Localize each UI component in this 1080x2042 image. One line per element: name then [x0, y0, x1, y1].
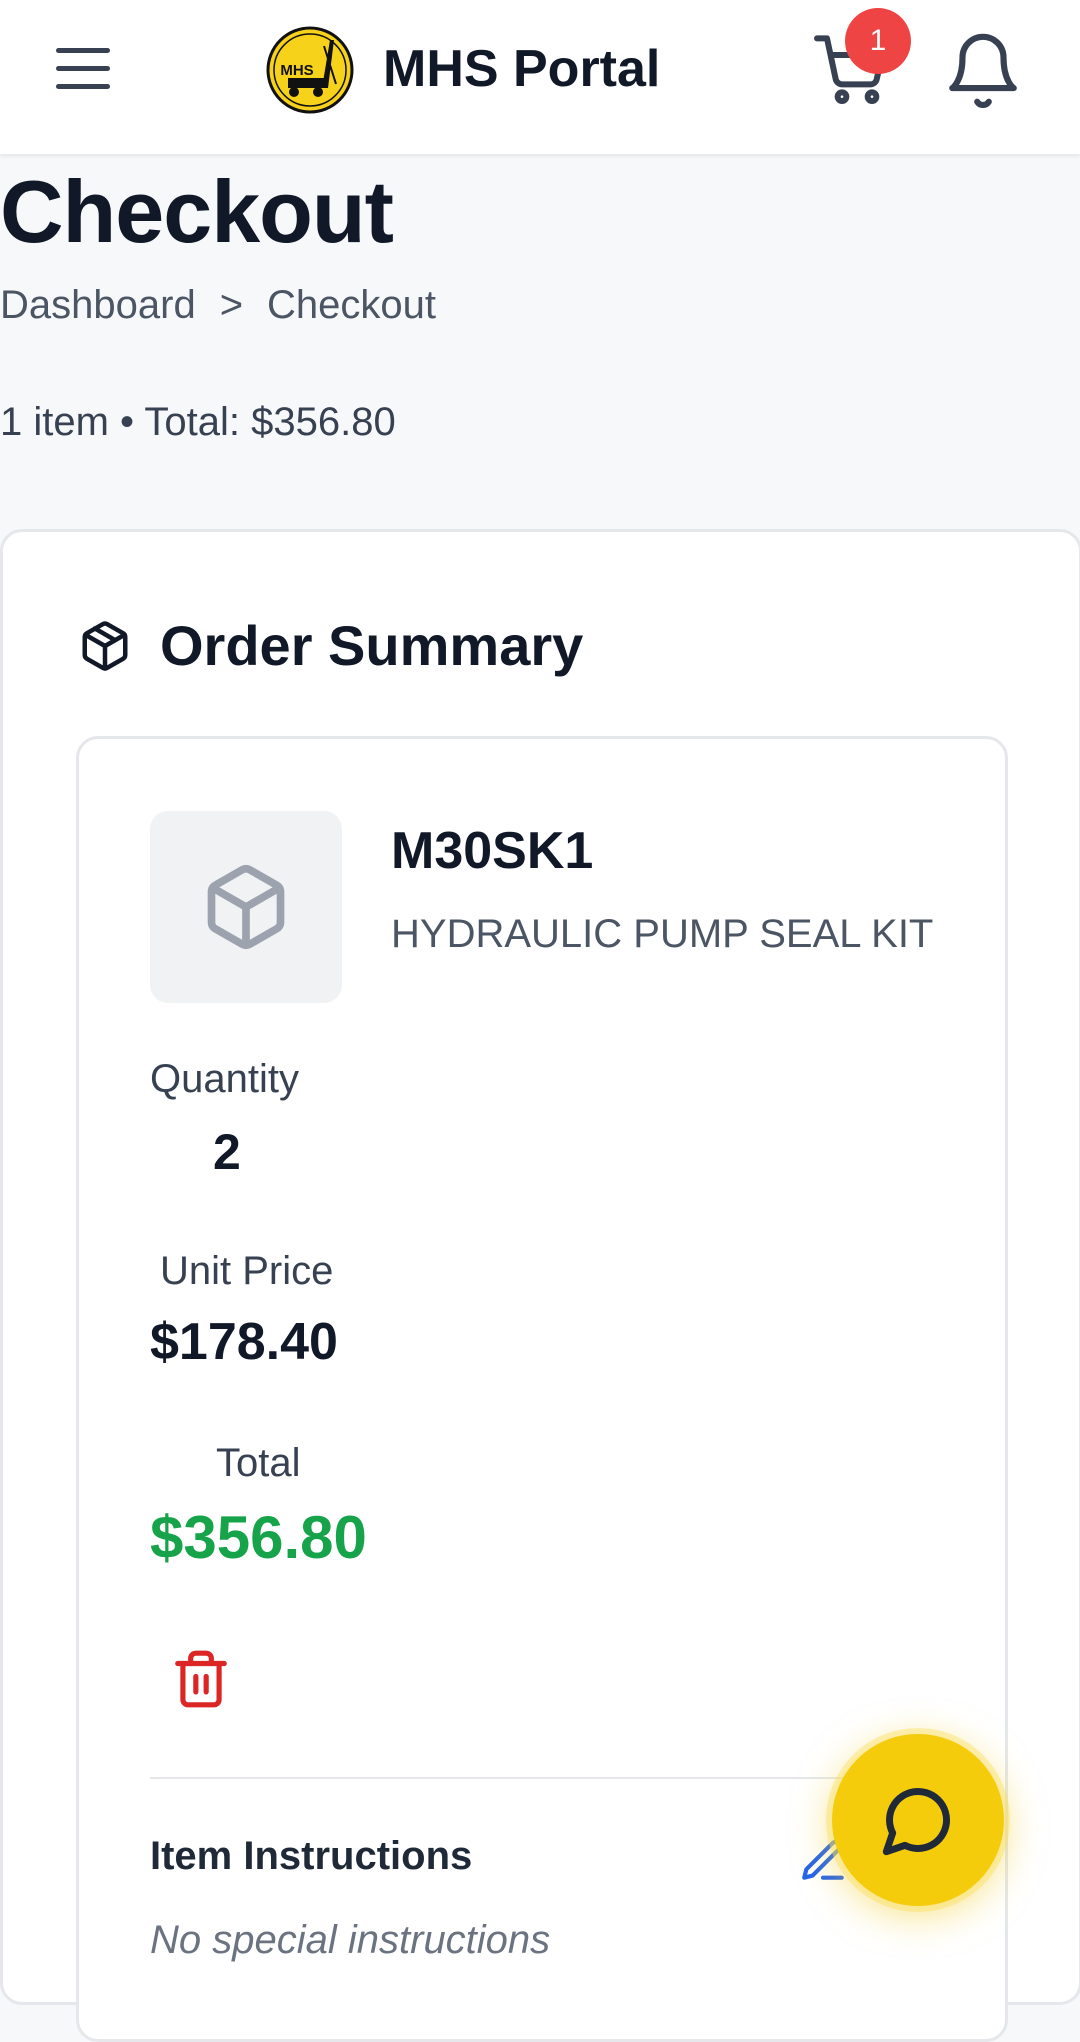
total-label: Total — [216, 1441, 301, 1485]
product-name: HYDRAULIC PUMP SEAL KIT — [391, 912, 934, 956]
breadcrumb-current: Checkout — [267, 283, 437, 327]
cart-summary-text: 1 item • Total: $356.80 — [0, 400, 396, 444]
product-sku: M30SK1 — [391, 822, 594, 880]
app-header: MHS MHS Portal 1 — [0, 0, 1080, 154]
cart-count-badge: 1 — [845, 8, 911, 74]
breadcrumb-separator: > — [219, 283, 244, 327]
trash-icon — [175, 1650, 227, 1708]
item-instructions-text: No special instructions — [150, 1918, 551, 1962]
menu-icon-bar — [56, 48, 110, 53]
product-thumbnail — [150, 811, 342, 1003]
notifications-button[interactable] — [942, 30, 1024, 112]
menu-button[interactable] — [48, 42, 120, 98]
breadcrumb: Dashboard > Checkout — [0, 280, 436, 330]
bell-icon — [949, 33, 1017, 108]
logo-text: MHS — [280, 62, 313, 79]
page-title: Checkout — [0, 162, 394, 261]
remove-item-button[interactable] — [170, 1648, 232, 1710]
app-title: MHS Portal — [383, 40, 661, 98]
total-value: $356.80 — [150, 1504, 367, 1571]
item-instructions-title: Item Instructions — [150, 1834, 473, 1878]
breadcrumb-dashboard-link[interactable]: Dashboard — [0, 283, 196, 327]
order-summary-title: Order Summary — [160, 614, 584, 677]
unit-price-label: Unit Price — [160, 1249, 334, 1293]
package-placeholder-icon — [207, 864, 285, 950]
menu-icon-bar — [56, 84, 110, 89]
quantity-label: Quantity — [150, 1057, 299, 1101]
item-divider — [150, 1777, 924, 1779]
chat-button[interactable] — [832, 1734, 1004, 1906]
chat-icon — [882, 1788, 950, 1856]
package-icon — [82, 621, 128, 671]
mhs-logo: MHS — [266, 26, 354, 114]
quantity-value: 2 — [213, 1124, 241, 1180]
menu-icon-bar — [56, 66, 110, 71]
unit-price-value: $178.40 — [150, 1313, 338, 1371]
